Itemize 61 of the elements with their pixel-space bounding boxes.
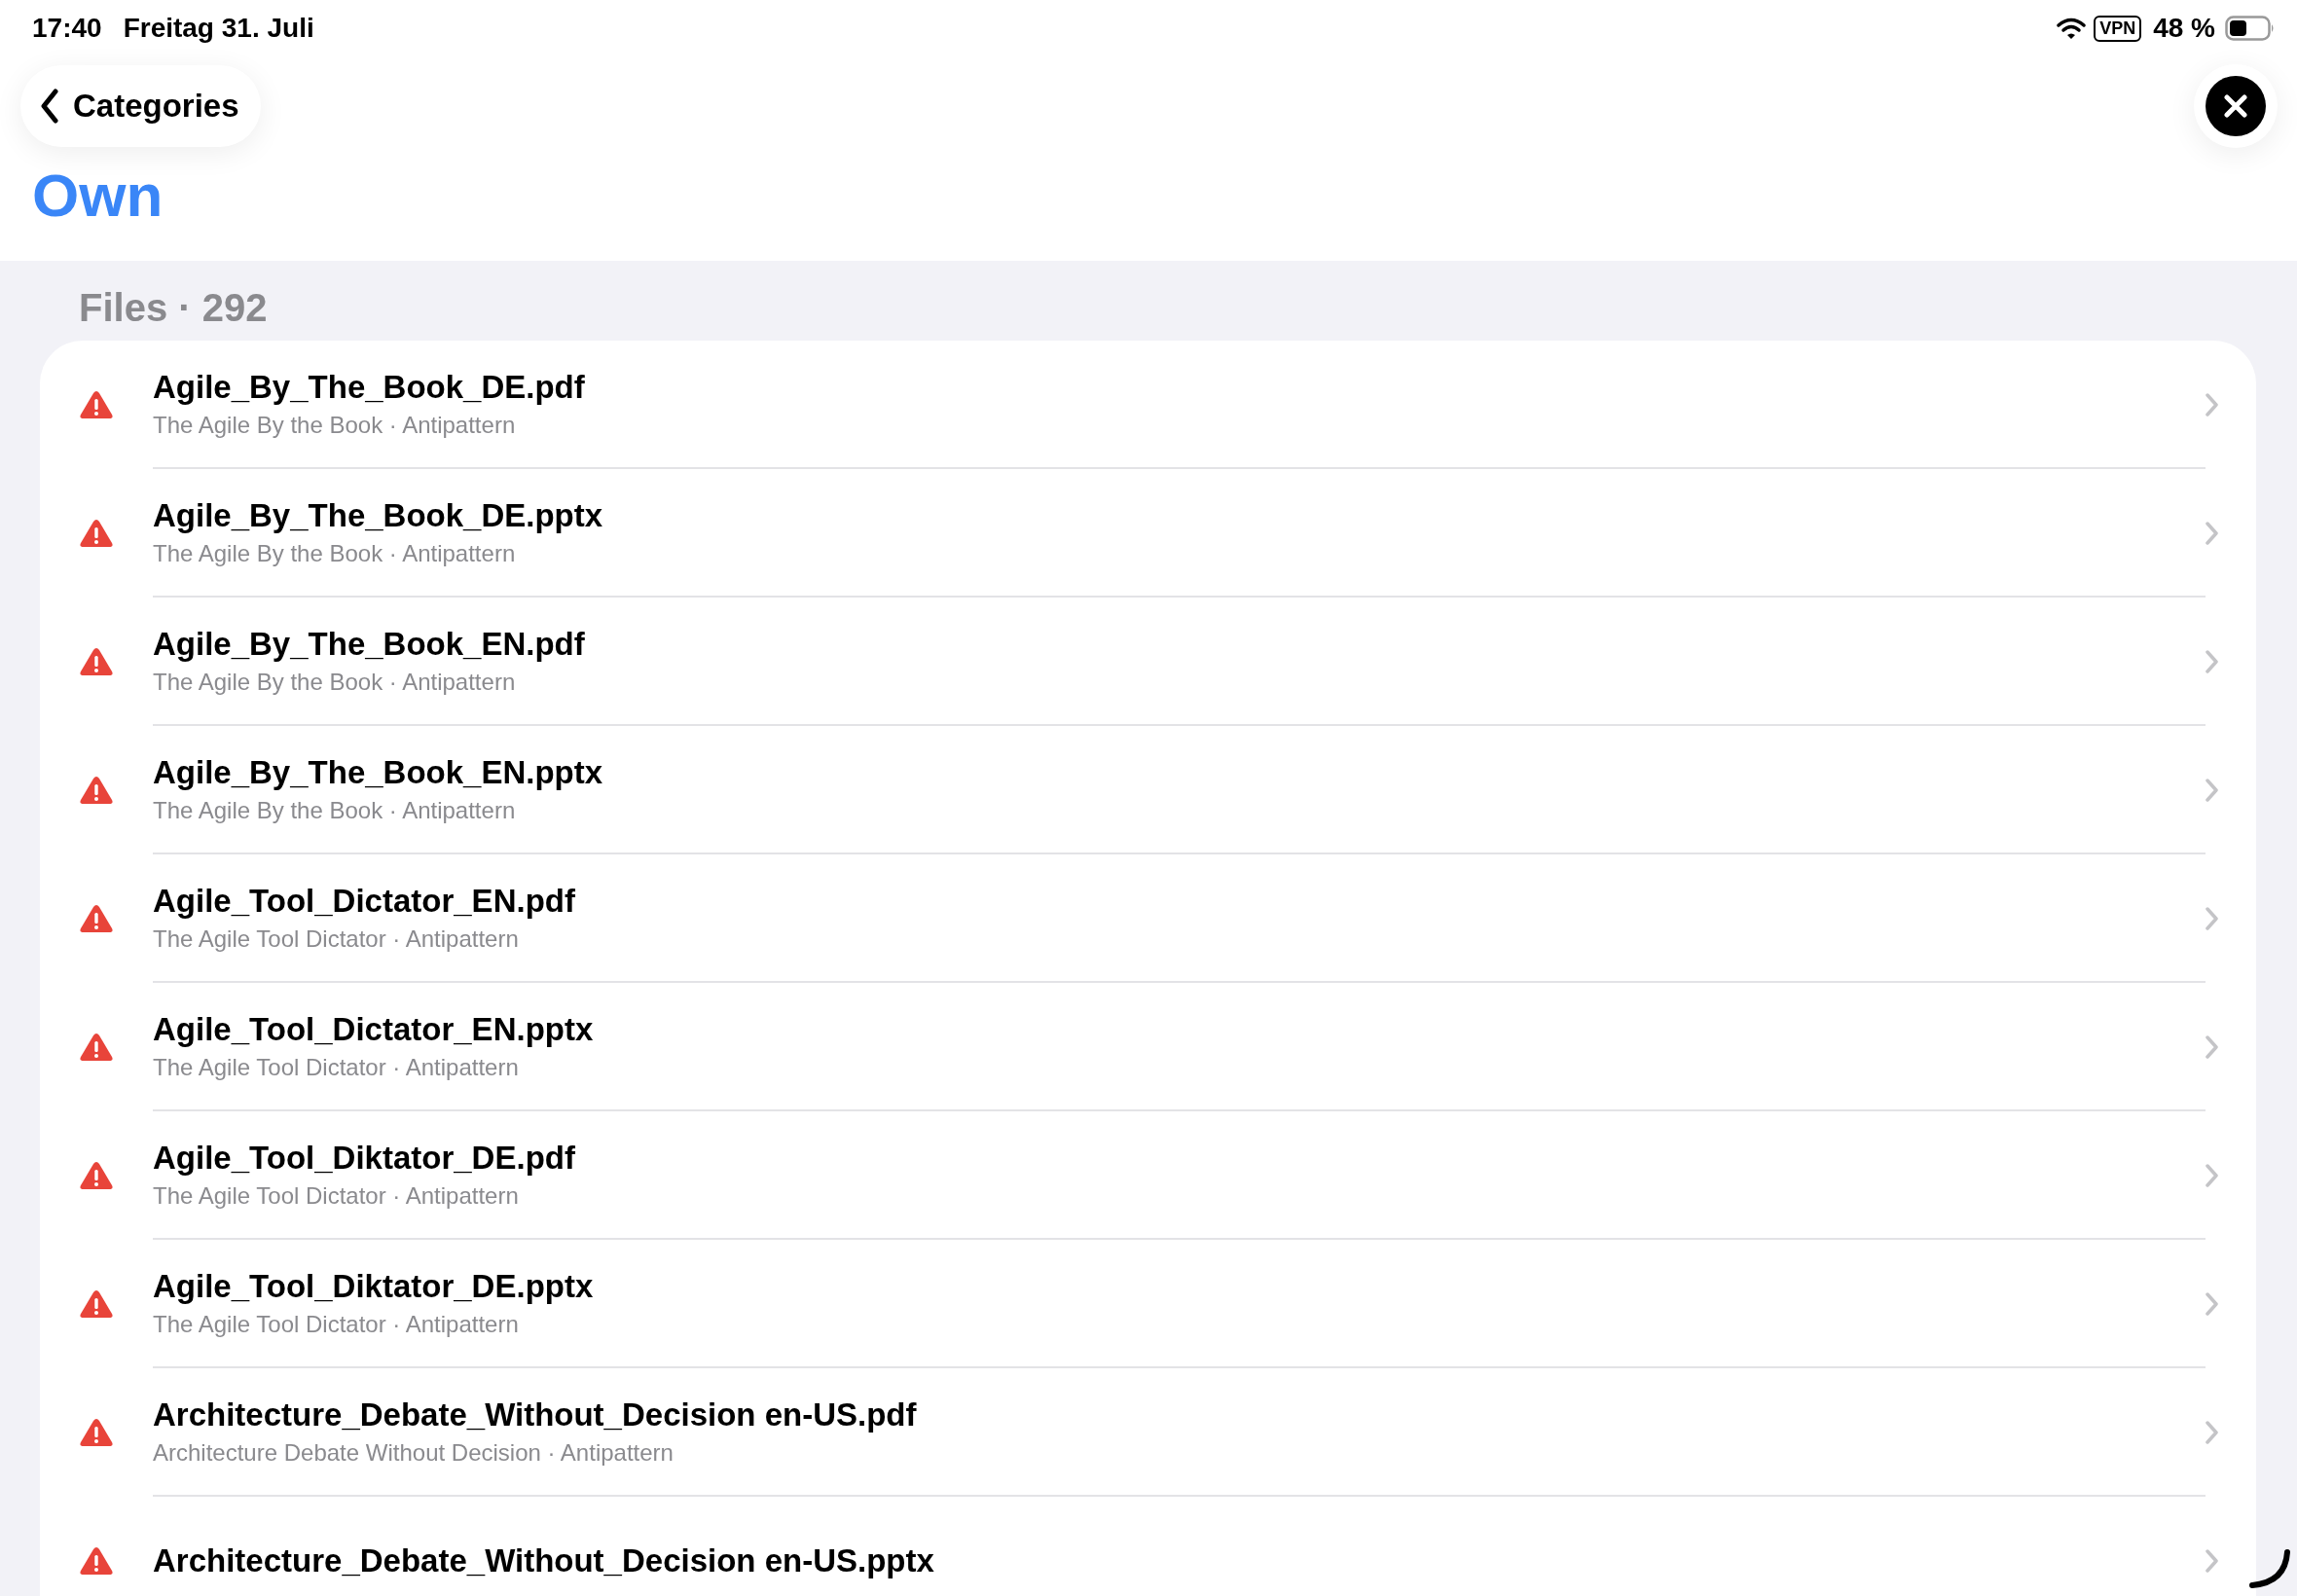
file-row[interactable]: Agile_Tool_Diktator_DE.pptx The Agile Tool Dictator · Antipattern [40,1240,2256,1368]
warning-icon [80,1289,113,1319]
battery-icon [2225,16,2276,41]
file-subtitle: The Agile By the Book · Antipattern [153,669,517,696]
file-row[interactable]: Agile_Tool_Diktator_DE.pdf The Agile Tool Dictator · Antipattern [40,1111,2256,1240]
file-subtitle: The Agile By the Book · Antipattern [153,797,517,824]
chevron-icon [2206,1164,2219,1187]
chevron-icon [2206,393,2219,417]
warning-icon [80,1161,113,1190]
back-chevron-icon [40,89,59,124]
file-name: Architecture_Debate_Without_Decision en-US.pdf [153,1396,918,1433]
file-row[interactable]: Architecture_Debate_Without_Decision en-US.pptx [40,1497,2256,1596]
vpn-badge: VPN [2094,15,2142,42]
battery-percentage: 48 % [2153,13,2215,44]
chevron-icon [2206,1421,2219,1444]
wifi-icon [2057,18,2087,39]
file-subtitle: The Agile By the Book · Antipattern [153,540,517,567]
warning-icon [80,1546,113,1576]
status-time: 17:40 [32,13,102,44]
file-row[interactable]: Architecture_Debate_Without_Decision en-US.pdf Architecture Debate Without Decision · Antipattern [40,1368,2256,1497]
file-row[interactable]: Agile_By_The_Book_DE.pptx The Agile By the Book · Antipattern [40,469,2256,598]
chevron-icon [2206,522,2219,545]
warning-icon [80,390,113,419]
file-row[interactable]: Agile_By_The_Book_EN.pdf The Agile By the Book · Antipattern [40,598,2256,726]
warning-icon [80,1033,113,1062]
file-row[interactable]: Agile_Tool_Dictator_EN.pdf The Agile Tool Dictator · Antipattern [40,854,2256,983]
chevron-icon [2206,779,2219,802]
file-subtitle: The Agile Tool Dictator · Antipattern [153,1182,520,1210]
file-subtitle: Architecture Debate Without Decision · Antipattern [153,1439,675,1467]
back-button[interactable]: Categories [20,65,261,147]
file-subtitle: The Agile By the Book · Antipattern [153,412,517,439]
file-name: Agile_Tool_Diktator_DE.pdf [153,1140,576,1177]
chevron-icon [2206,1035,2219,1059]
file-name: Agile_By_The_Book_DE.pdf [153,369,586,406]
chevron-icon [2206,907,2219,930]
warning-icon [80,776,113,805]
page-title: Own [32,165,164,226]
warning-icon [80,647,113,676]
file-subtitle: The Agile Tool Dictator · Antipattern [153,925,520,953]
chevron-icon [2206,650,2219,673]
warning-icon [80,1418,113,1447]
file-name: Agile_By_The_Book_EN.pptx [153,754,604,791]
file-row[interactable]: Agile_By_The_Book_DE.pdf The Agile By the Book · Antipattern [40,341,2256,469]
section-header: Files · 292 [79,286,268,329]
file-subtitle: The Agile Tool Dictator · Antipattern [153,1311,520,1338]
warning-icon [80,519,113,548]
file-name: Architecture_Debate_Without_Decision en-US.pptx [153,1542,935,1579]
warning-icon [80,904,113,933]
close-icon [2206,76,2266,136]
status-date: Freitag 31. Juli [123,13,314,44]
file-name: Agile_By_The_Book_DE.pptx [153,497,604,534]
file-name: Agile_Tool_Diktator_DE.pptx [153,1268,595,1305]
file-row[interactable]: Agile_Tool_Dictator_EN.pptx The Agile Tool Dictator · Antipattern [40,983,2256,1111]
file-name: Agile_Tool_Dictator_EN.pdf [153,883,576,920]
spinner-icon [2246,1547,2293,1590]
chevron-icon [2206,1549,2219,1573]
file-name: Agile_Tool_Dictator_EN.pptx [153,1011,595,1048]
file-name: Agile_By_The_Book_EN.pdf [153,626,586,663]
file-subtitle: The Agile Tool Dictator · Antipattern [153,1054,520,1081]
file-row[interactable]: Agile_By_The_Book_EN.pptx The Agile By the Book · Antipattern [40,726,2256,854]
chevron-icon [2206,1292,2219,1316]
